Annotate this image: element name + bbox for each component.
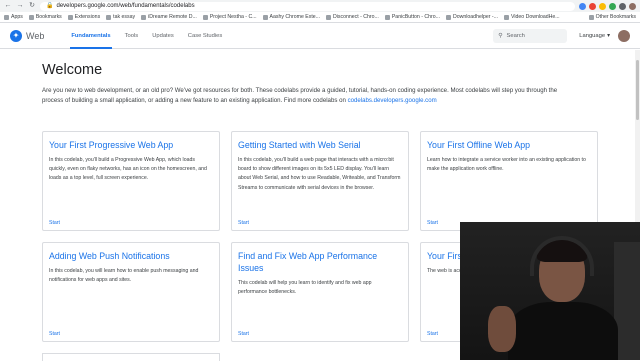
page-title: Welcome <box>42 62 103 78</box>
site-logo[interactable]: ✦ Web <box>10 30 44 42</box>
tab-updates[interactable]: Updates <box>145 24 181 49</box>
card-title[interactable]: Your First Progressive Web App <box>49 139 213 151</box>
extension-icon[interactable] <box>619 2 626 10</box>
site-header: ✦ Web Fundamentals Tools Updates Case St… <box>0 24 640 49</box>
start-link[interactable]: Start <box>49 220 60 226</box>
other-bookmarks[interactable]: Other Bookmarks <box>588 14 636 20</box>
search-input[interactable]: ⚲ Search <box>493 29 568 43</box>
card-title[interactable]: Getting Started with Web Serial <box>238 139 402 151</box>
tab-fundamentals[interactable]: Fundamentals <box>64 24 117 49</box>
tab-case-studies[interactable]: Case Studies <box>181 24 229 49</box>
profile-avatar[interactable] <box>629 2 636 10</box>
bookmark-icon <box>503 14 509 20</box>
tab-tools[interactable]: Tools <box>118 24 146 49</box>
start-link[interactable]: Start <box>49 331 60 337</box>
start-link[interactable]: Start <box>238 220 249 226</box>
bookmark-item[interactable]: iDreame Remote D... <box>141 14 197 20</box>
codelab-card[interactable]: Your First Progressive Web App In this c… <box>42 131 220 231</box>
bookmark-icon <box>28 14 34 20</box>
codelab-card[interactable]: Getting Started with Web Serial In this … <box>231 131 409 231</box>
bookmark-item[interactable]: Downloadhelper -... <box>446 14 498 20</box>
start-link[interactable]: Start <box>427 331 438 337</box>
person-hand <box>488 306 516 352</box>
card-title[interactable]: Your First Offline Web App <box>427 139 591 151</box>
nav-tabs: Fundamentals Tools Updates Case Studies <box>64 24 229 49</box>
scrollbar-thumb[interactable] <box>636 60 639 120</box>
bookmark-item[interactable]: Video DownloadHe... <box>503 14 560 20</box>
card-description: In this codelab, you will learn how to e… <box>49 268 199 284</box>
card-description: Learn how to integrate a service worker … <box>427 157 586 173</box>
web-logo-icon: ✦ <box>10 30 22 42</box>
folder-icon <box>588 14 594 20</box>
bookmark-item[interactable]: Extensions <box>67 14 100 20</box>
language-label: Language <box>579 33 606 39</box>
bookmark-item[interactable]: PanicButton - Chro... <box>384 14 440 20</box>
bookmark-icon <box>67 14 73 20</box>
bookmark-icon <box>326 14 331 20</box>
bookmark-item[interactable]: Aashy Chrome Exte... <box>262 14 320 20</box>
reload-icon[interactable]: ↻ <box>28 2 36 10</box>
start-link[interactable]: Start <box>238 331 249 337</box>
bookmark-icon <box>106 14 112 20</box>
person-body <box>508 302 618 360</box>
forward-icon[interactable]: → <box>16 2 24 10</box>
extension-icon[interactable] <box>599 2 606 10</box>
codelab-card[interactable]: Your First Offline Web App Learn how to … <box>420 131 598 231</box>
logo-text: Web <box>26 31 45 41</box>
bookmark-icon <box>446 14 451 20</box>
bookmark-icon <box>141 14 147 20</box>
card-title[interactable]: Adding Web Push Notifications <box>49 250 213 262</box>
address-bar[interactable]: 🔒 developers.google.com/web/fundamentals… <box>40 1 575 11</box>
back-icon[interactable]: ← <box>4 2 12 10</box>
bookmark-item[interactable]: Bookmarks <box>28 14 62 20</box>
codelab-card[interactable]: Find and Fix Web App Performance Issues … <box>231 242 409 342</box>
browser-toolbar: ← → ↻ 🔒 developers.google.com/web/fundam… <box>0 0 640 12</box>
codelabs-link[interactable]: codelabs.developers.google.com <box>348 97 437 104</box>
avatar[interactable] <box>618 30 630 42</box>
intro-text: Are you new to web development, or an ol… <box>42 87 558 104</box>
bookmarks-bar: Apps Bookmarks Extensions tak essay iDre… <box>0 12 640 23</box>
card-description: This codelab will help you learn to iden… <box>238 280 372 296</box>
bookmark-icon <box>202 14 208 20</box>
codelab-card[interactable]: Adding Web Push Notifications In this co… <box>42 242 220 342</box>
search-placeholder: Search <box>506 33 525 39</box>
card-description: In this codelab, you'll build a Progress… <box>49 157 207 182</box>
bookmark-icon <box>262 14 268 20</box>
bookmark-item[interactable]: Disconnect - Chro... <box>326 14 379 20</box>
webcam-overlay <box>460 222 640 360</box>
card-title[interactable]: Find and Fix Web App Performance Issues <box>238 250 402 274</box>
extension-icon[interactable] <box>579 2 586 10</box>
lock-icon: 🔒 <box>46 2 54 9</box>
search-icon: ⚲ <box>498 33 503 39</box>
start-link[interactable]: Start <box>427 220 438 226</box>
bookmark-icon <box>384 14 390 20</box>
bookmark-item[interactable]: Project Nestha - C... <box>202 14 257 20</box>
card-description: In this codelab, you'll build a web page… <box>238 157 401 191</box>
chevron-down-icon: ▾ <box>607 33 610 39</box>
extension-icon[interactable] <box>609 2 616 10</box>
extension-icons <box>579 2 636 10</box>
extension-icon[interactable] <box>589 2 596 10</box>
apps-icon <box>4 14 9 20</box>
main-content: Welcome Are you new to web development, … <box>42 62 602 105</box>
url-text: developers.google.com/web/fundamentals/c… <box>56 2 195 9</box>
bookmark-item[interactable]: tak essay <box>106 14 135 20</box>
bookmark-item[interactable]: Apps <box>4 14 23 20</box>
language-select[interactable]: Language ▾ <box>579 33 610 39</box>
